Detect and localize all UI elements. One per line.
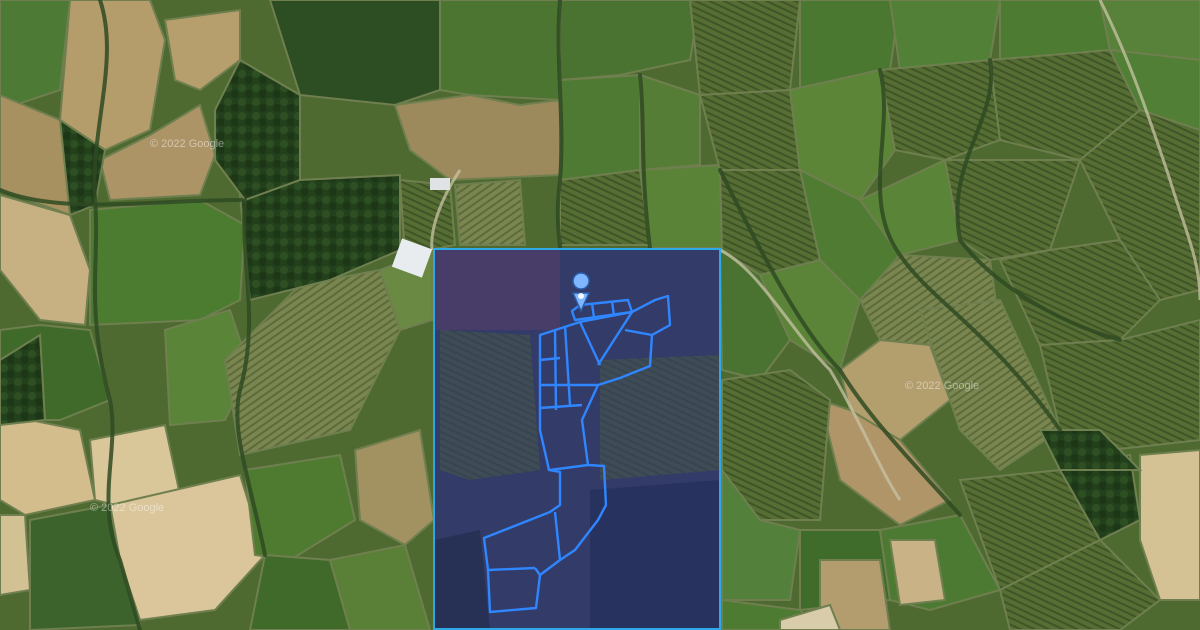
parcel-divider bbox=[553, 329, 558, 411]
watermark-text: © 2022 Google bbox=[90, 502, 164, 514]
watermark-text: © 2022 Google bbox=[150, 138, 224, 150]
satellite-map[interactable]: © 2022 Google © 2022 Google © 2022 Googl… bbox=[0, 0, 1200, 630]
watermark-text: © 2022 Google bbox=[905, 380, 979, 392]
map-imagery: © 2022 Google © 2022 Google © 2022 Googl… bbox=[0, 0, 1200, 630]
